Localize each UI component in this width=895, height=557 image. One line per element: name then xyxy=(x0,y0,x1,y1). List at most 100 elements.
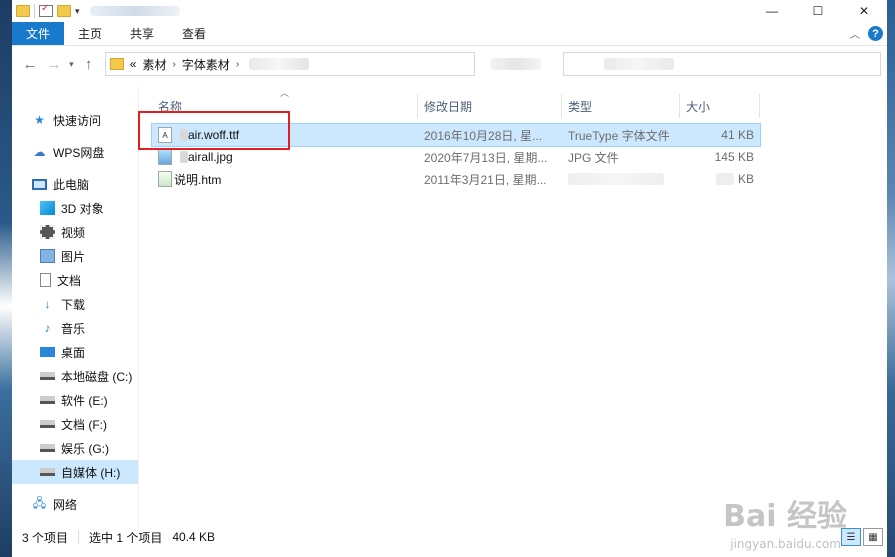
new-folder-icon[interactable] xyxy=(57,5,71,17)
breadcrumb-prefix[interactable]: « xyxy=(130,57,137,71)
navigation-bar: ← → ▾ ↑ « 素材 › 字体素材 › xyxy=(12,46,887,82)
sidebar-item-network[interactable]: 🖧 网络 xyxy=(12,492,138,516)
customize-toolbar-icon[interactable]: ▾ xyxy=(75,6,80,17)
up-button[interactable]: ↑ xyxy=(77,51,101,77)
sidebar-item-label: 3D 对象 xyxy=(61,201,104,216)
chevron-right-icon[interactable]: › xyxy=(172,59,175,70)
sidebar-item-music[interactable]: ♪ 音乐 xyxy=(12,316,138,340)
sidebar-item-videos[interactable]: 视频 xyxy=(12,220,138,244)
sidebar-item-label: 本地磁盘 (C:) xyxy=(61,369,133,384)
folder-icon xyxy=(109,58,124,70)
search-placeholder-blurred xyxy=(604,58,675,70)
main-area: ★ 快速访问 ☁ WPS网盘 此电脑 3D 对象 视频 图片 文档 ↓ 下载 ♪… xyxy=(12,86,887,526)
chevron-right-icon[interactable]: › xyxy=(236,59,239,70)
file-explorer-window: ▾ — ☐ ✕ 文件 主页 共享 查看 ︿ ? ← → ▾ ↑ « 素材 › 字… xyxy=(12,0,887,557)
file-date: 2020年7月13日, 星期... xyxy=(424,150,548,165)
blurred-region xyxy=(180,151,188,163)
sidebar-item-quick-access[interactable]: ★ 快速访问 xyxy=(12,108,138,132)
file-type: TrueType 字体文件 xyxy=(568,128,670,143)
address-dropdown-area xyxy=(490,52,554,76)
desktop-background-right xyxy=(887,0,895,557)
tab-home[interactable]: 主页 xyxy=(64,22,116,45)
sidebar-item-drive-h[interactable]: 自媒体 (H:) xyxy=(12,460,138,484)
blurred-region xyxy=(568,173,664,185)
column-header-date[interactable]: 修改日期 xyxy=(418,94,562,118)
window-controls: — ☐ ✕ xyxy=(749,0,887,22)
download-icon: ↓ xyxy=(44,297,51,311)
watermark-logo: Bai 经验 xyxy=(723,499,847,534)
html-file-icon xyxy=(158,171,172,187)
quick-access-toolbar: ▾ xyxy=(12,3,180,18)
sidebar-item-label: WPS网盘 xyxy=(53,145,105,160)
sidebar-item-pictures[interactable]: 图片 xyxy=(12,244,138,268)
sidebar-item-label: 网络 xyxy=(53,497,78,512)
sidebar-item-label: 视频 xyxy=(61,225,86,240)
window-title-blurred xyxy=(89,6,180,16)
large-icons-view-icon[interactable]: ▦ xyxy=(863,528,883,546)
sidebar-item-label: 桌面 xyxy=(61,345,86,360)
sidebar-item-3d-objects[interactable]: 3D 对象 xyxy=(12,196,138,220)
sidebar-item-label: 图片 xyxy=(61,249,86,264)
title-bar: ▾ — ☐ ✕ xyxy=(12,0,887,22)
maximize-button[interactable]: ☐ xyxy=(795,0,841,22)
highlight-annotation xyxy=(138,111,290,150)
forward-button[interactable]: → xyxy=(42,51,66,77)
sidebar-item-drive-g[interactable]: 娱乐 (G:) xyxy=(12,436,138,460)
drive-icon xyxy=(40,420,55,428)
folder-icon xyxy=(16,5,30,17)
star-icon: ★ xyxy=(34,113,45,127)
minimize-button[interactable]: — xyxy=(749,0,795,22)
table-row[interactable]: 说明.htm 2011年3月21日, 星期... KB xyxy=(152,168,760,190)
file-date: 2011年3月21日, 星期... xyxy=(424,172,547,187)
sidebar-item-label: 音乐 xyxy=(61,321,86,336)
desktop-icon xyxy=(40,347,55,357)
breadcrumb-blurred xyxy=(249,58,310,70)
music-icon: ♪ xyxy=(44,321,51,335)
sidebar-item-label: 快速访问 xyxy=(53,113,102,128)
sidebar-item-label: 此电脑 xyxy=(53,177,90,192)
column-header-size[interactable]: 大小 xyxy=(680,94,760,118)
properties-icon[interactable] xyxy=(39,3,53,17)
sidebar-item-label: 娱乐 (G:) xyxy=(61,441,109,456)
address-bar[interactable]: « 素材 › 字体素材 › xyxy=(104,52,475,76)
breadcrumb-item[interactable]: 字体素材 xyxy=(182,56,230,73)
sidebar-item-label: 文档 (F:) xyxy=(61,417,107,432)
column-header-type[interactable]: 类型 xyxy=(562,94,680,118)
sidebar-item-drive-c[interactable]: 本地磁盘 (C:) xyxy=(12,364,138,388)
sidebar-item-label: 软件 (E:) xyxy=(61,393,108,408)
breadcrumb-item[interactable]: 素材 xyxy=(142,56,166,73)
image-file-icon xyxy=(158,149,172,165)
back-button[interactable]: ← xyxy=(18,51,42,77)
cube-icon xyxy=(40,201,55,215)
sidebar-item-wps[interactable]: ☁ WPS网盘 xyxy=(12,140,138,164)
file-list: ︿ 名称 修改日期 类型 大小 A air.woff.ttf 2016年10月2… xyxy=(138,86,887,526)
drive-icon xyxy=(40,396,55,404)
film-icon xyxy=(40,225,55,239)
drive-icon xyxy=(40,444,55,452)
close-button[interactable]: ✕ xyxy=(841,0,887,22)
tab-file[interactable]: 文件 xyxy=(12,22,64,45)
tab-view[interactable]: 查看 xyxy=(168,22,220,45)
sidebar-item-documents[interactable]: 文档 xyxy=(12,268,138,292)
file-size-unit: KB xyxy=(737,172,754,186)
sidebar-item-this-pc[interactable]: 此电脑 xyxy=(12,172,138,196)
sidebar-item-drive-e[interactable]: 软件 (E:) xyxy=(12,388,138,412)
recent-locations-icon[interactable]: ▾ xyxy=(66,51,77,77)
search-input[interactable] xyxy=(563,52,882,76)
network-icon: 🖧 xyxy=(32,495,47,510)
help-icon[interactable]: ? xyxy=(868,26,883,41)
sidebar-item-downloads[interactable]: ↓ 下载 xyxy=(12,292,138,316)
drive-icon xyxy=(40,468,55,476)
sidebar-item-drive-f[interactable]: 文档 (F:) xyxy=(12,412,138,436)
drive-icon xyxy=(40,372,55,380)
ribbon-tabs: 文件 主页 共享 查看 ︿ ? xyxy=(12,22,887,46)
expand-ribbon-icon[interactable]: ︿ xyxy=(850,26,860,41)
tab-share[interactable]: 共享 xyxy=(116,22,168,45)
divider xyxy=(34,4,35,18)
sidebar-item-desktop[interactable]: 桌面 xyxy=(12,340,138,364)
navigation-pane: ★ 快速访问 ☁ WPS网盘 此电脑 3D 对象 视频 图片 文档 ↓ 下载 ♪… xyxy=(12,86,138,526)
blurred-region xyxy=(715,173,734,185)
file-size: KB xyxy=(680,172,760,186)
document-icon xyxy=(40,273,51,287)
file-type xyxy=(562,173,680,185)
